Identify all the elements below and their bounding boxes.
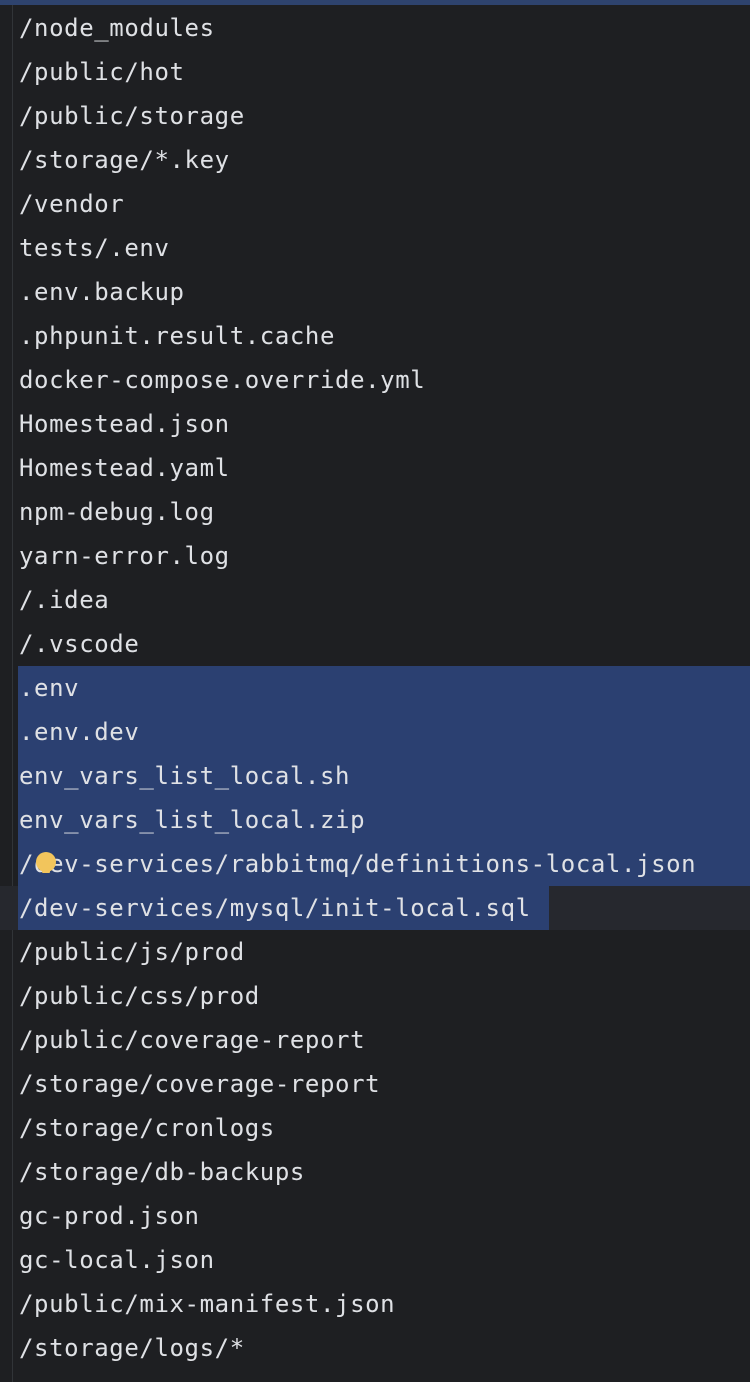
selection-highlight — [18, 666, 750, 710]
code-line-text: /public/hot — [19, 58, 185, 86]
code-line[interactable]: /public/storage — [0, 94, 750, 138]
code-line[interactable]: docker-compose.override.yml — [0, 358, 750, 402]
code-line-text: /storage/cronlogs — [19, 1114, 275, 1142]
code-line-text: .phpunit.result.cache — [19, 322, 336, 350]
code-line-text: /storage/*.key — [19, 146, 230, 174]
code-line[interactable]: .env.dev — [0, 710, 750, 754]
code-line-text: docker-compose.override.yml — [19, 366, 426, 394]
code-line-text: tests/.env — [19, 234, 170, 262]
code-line-text: .env — [19, 674, 80, 702]
code-line[interactable]: .phpunit.result.cache — [0, 314, 750, 358]
code-line[interactable]: env_vars_list_local.sh — [0, 754, 750, 798]
code-line-text: .env.dev — [19, 718, 140, 746]
code-line[interactable]: /node_modules — [0, 6, 750, 50]
code-line-text: /.idea — [19, 586, 110, 614]
editor-top-border — [0, 0, 750, 5]
code-line[interactable]: /storage/logs/* — [0, 1326, 750, 1370]
code-line[interactable]: /storage/db-backups — [0, 1150, 750, 1194]
code-line-text: yarn-error.log — [19, 542, 230, 570]
code-line-text: Homestead.yaml — [19, 454, 230, 482]
code-line[interactable]: tests/.env — [0, 226, 750, 270]
code-line-text: /storage/logs/* — [19, 1334, 245, 1362]
code-line[interactable]: /vendor — [0, 182, 750, 226]
code-line-text: gc-local.json — [19, 1246, 215, 1274]
code-line[interactable]: /.vscode — [0, 622, 750, 666]
code-line[interactable]: /dev-services/mysql/init-local.sql — [0, 886, 750, 930]
code-line-text: gc-prod.json — [19, 1202, 200, 1230]
code-line[interactable]: Homestead.json — [0, 402, 750, 446]
code-line[interactable]: .env.backup — [0, 270, 750, 314]
code-line[interactable]: /public/js/prod — [0, 930, 750, 974]
code-editor[interactable]: /node_modules/public/hot/public/storage /… — [0, 6, 750, 1370]
code-line-text: env_vars_list_local.sh — [19, 762, 351, 790]
code-line[interactable]: /storage/cronlogs — [0, 1106, 750, 1150]
code-line-text: /.vscode — [19, 630, 140, 658]
code-line-text: /public/mix-manifest.json — [19, 1290, 396, 1318]
code-line[interactable]: Homestead.yaml — [0, 446, 750, 490]
code-line[interactable]: npm-debug.log — [0, 490, 750, 534]
code-line[interactable]: /.idea — [0, 578, 750, 622]
code-line-text: /node_modules — [19, 14, 215, 42]
code-line-text: /dev-services/mysql/init-local.sql — [19, 894, 531, 922]
code-line-text: env_vars_list_local.zip — [19, 806, 366, 834]
code-line[interactable]: gc-prod.json — [0, 1194, 750, 1238]
code-line[interactable]: /storage/coverage-report — [0, 1062, 750, 1106]
code-line-text: /public/coverage-report — [19, 1026, 366, 1054]
code-line[interactable]: env_vars_list_local.zip — [0, 798, 750, 842]
code-line-text: /storage/coverage-report — [19, 1070, 381, 1098]
code-line-text: /public/css/prod — [19, 982, 260, 1010]
intention-bulb-icon[interactable] — [36, 852, 56, 873]
code-line-text: /dev-services/rabbitmq/definitions-local… — [19, 850, 697, 878]
code-line[interactable]: /storage/*.key — [0, 138, 750, 182]
code-line[interactable]: /public/hot — [0, 50, 750, 94]
code-line-text: /public/js/prod — [19, 938, 245, 966]
code-line-text: npm-debug.log — [19, 498, 215, 526]
code-line[interactable]: /dev-services/rabbitmq/definitions-local… — [0, 842, 750, 886]
code-line-text: /public/storage — [19, 102, 245, 130]
code-line-text: Homestead.json — [19, 410, 230, 438]
code-line[interactable]: /public/mix-manifest.json — [0, 1282, 750, 1326]
code-line[interactable]: yarn-error.log — [0, 534, 750, 578]
code-line-text: .env.backup — [19, 278, 185, 306]
code-line[interactable]: gc-local.json — [0, 1238, 750, 1282]
code-line[interactable]: /public/css/prod — [0, 974, 750, 1018]
code-line-text: /storage/db-backups — [19, 1158, 305, 1186]
code-line-text: /vendor — [19, 190, 125, 218]
code-line[interactable]: /public/coverage-report — [0, 1018, 750, 1062]
code-line[interactable]: .env — [0, 666, 750, 710]
